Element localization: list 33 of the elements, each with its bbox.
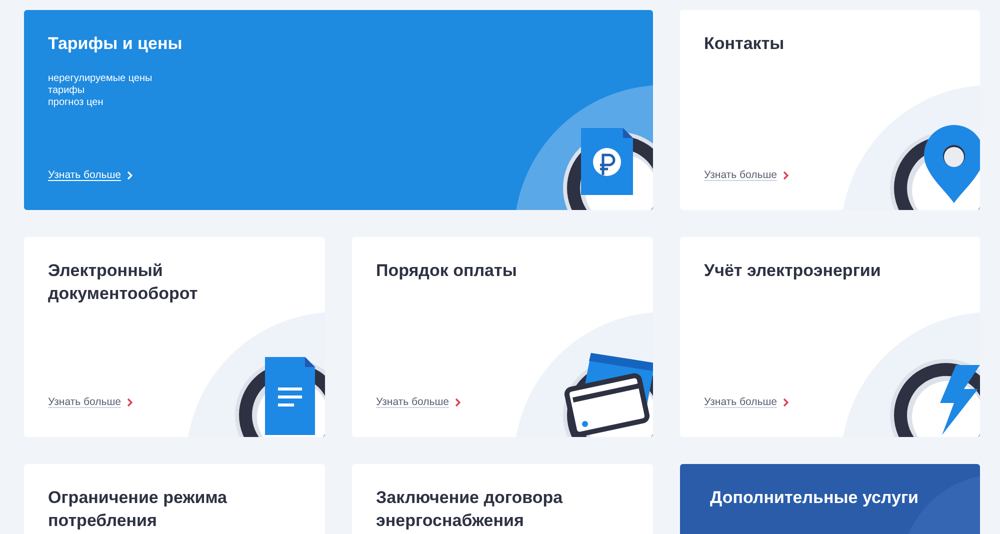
card-title: Порядок оплаты [376, 260, 518, 282]
info-card[interactable]: Учёт электроэнергии Узнать больше [680, 237, 980, 437]
sublink[interactable]: тарифы [48, 85, 85, 97]
info-card[interactable]: Электронный документооборот Узнать больше [24, 237, 325, 437]
chevron-icon [782, 398, 789, 406]
chevron-icon [126, 170, 133, 180]
services-card[interactable]: Дополнительные услуги [680, 464, 980, 534]
card-title: Заключение договора энергоснабжения [376, 487, 564, 532]
learn-more-link[interactable]: Узнать больше [48, 168, 133, 182]
sublink[interactable]: нерегулируемые цены [48, 73, 152, 85]
info-card[interactable]: Заключение договора энергоснабжения [352, 464, 653, 534]
card-title: Электронный документооборот [48, 260, 199, 305]
map-pin-icon [924, 125, 980, 203]
learn-more-link[interactable]: Узнать больше [704, 395, 789, 409]
card-title: Дополнительные услуги [710, 487, 920, 509]
ruble-document-icon [581, 128, 633, 195]
lightning-bolt-icon [940, 365, 980, 435]
info-card[interactable]: Порядок оплаты Узнать больше [352, 237, 653, 437]
sublink[interactable]: прогноз цен [48, 97, 104, 109]
chevron-icon [782, 170, 789, 180]
chevron-icon [126, 398, 133, 406]
document-icon [265, 357, 315, 435]
learn-more-link[interactable]: Узнать больше [704, 168, 789, 182]
card-title: Тарифы и цены [48, 33, 184, 55]
info-card[interactable]: Ограничение режима потребления [24, 464, 325, 534]
card-title: Контакты [704, 33, 786, 55]
featured-card[interactable]: Тарифы и цены нерегулируемые цены тарифы прогноз цен Узнать больше [24, 10, 653, 210]
info-card[interactable]: Контакты Узнать больше [680, 10, 980, 210]
chevron-icon [454, 398, 461, 406]
card-title: Ограничение режима потребления [48, 487, 228, 532]
learn-more-link[interactable]: Узнать больше [48, 395, 133, 409]
card-title: Учёт электроэнергии [704, 260, 882, 282]
learn-more-link[interactable]: Узнать больше [376, 395, 461, 409]
